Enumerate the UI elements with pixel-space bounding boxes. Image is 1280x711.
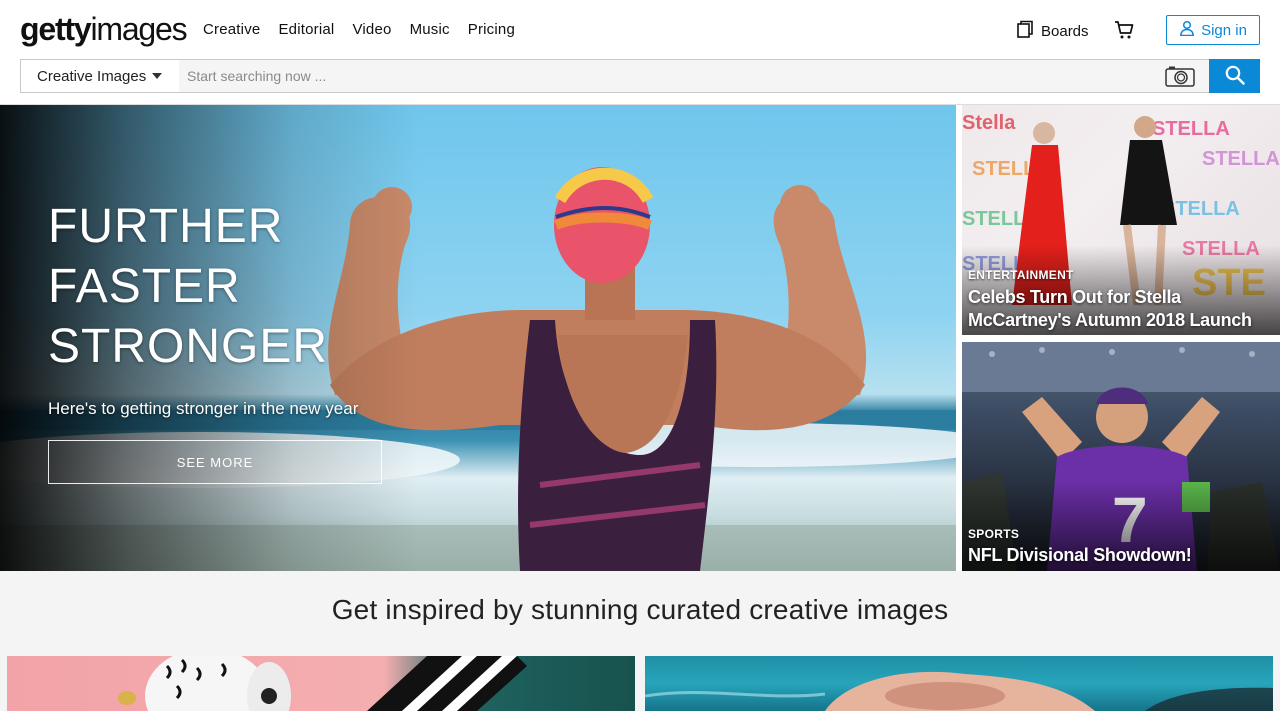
curated-water-portrait-image — [645, 671, 1273, 711]
search-field-container — [179, 59, 1210, 93]
card-category: ENTERTAINMENT — [968, 268, 1074, 282]
nav-link-video[interactable]: Video — [352, 20, 391, 40]
search-button[interactable] — [1209, 59, 1260, 93]
hero-subtitle: Here's to getting stronger in the new ye… — [48, 399, 359, 418]
card-headline[interactable]: NFL Divisional Showdown! — [968, 544, 1274, 567]
svg-text:STELLA: STELLA — [1202, 148, 1280, 170]
curated-heading: Get inspired by stunning curated creativ… — [331, 594, 949, 625]
search-input[interactable] — [179, 60, 1139, 92]
curated-image-tile[interactable] — [645, 656, 1273, 711]
nav-link-creative[interactable]: Creative — [203, 20, 260, 40]
boards-button[interactable]: Boards — [1016, 20, 1089, 42]
hero-title-line: FASTER — [48, 260, 241, 313]
curated-paper-rolls-image — [118, 656, 527, 711]
nav-link-pricing[interactable]: Pricing — [468, 20, 515, 40]
user-icon — [1179, 20, 1195, 40]
card-headline[interactable]: Celebs Turn Out for Stella McCartney's A… — [968, 286, 1274, 332]
svg-text:STELLA: STELLA — [1152, 118, 1230, 140]
editorial-card-entertainment[interactable]: Stella STELLA STELLA STELLA STELLA STELL… — [962, 105, 1280, 335]
top-navigation: gettyimages Creative Editorial Video Mus… — [0, 0, 1280, 58]
nav-link-editorial[interactable]: Editorial — [278, 20, 334, 40]
sign-in-label: Sign in — [1201, 21, 1247, 39]
camera-icon[interactable] — [1165, 65, 1195, 87]
editorial-card-sports[interactable]: 7 SPORTS NFL Divisional Showdown! — [962, 342, 1280, 571]
hero-title-line: STRONGER — [48, 320, 329, 373]
search-category-label: Creative Images — [37, 67, 147, 85]
primary-nav: Creative Editorial Video Music Pricing — [203, 20, 515, 40]
hero-title: FURTHER FASTER STRONGER — [48, 197, 328, 377]
curated-section: Get inspired by stunning curated creativ… — [0, 571, 1280, 711]
caret-down-icon — [152, 73, 163, 79]
search-category-dropdown[interactable]: Creative Images — [20, 59, 180, 93]
card-category: SPORTS — [968, 527, 1020, 541]
sign-in-button[interactable]: Sign in — [1166, 15, 1260, 45]
hero-title-line: FURTHER — [48, 200, 284, 253]
logo-bold-text: getty — [20, 11, 92, 47]
nav-link-music[interactable]: Music — [410, 20, 450, 40]
boards-label: Boards — [1041, 22, 1089, 40]
gettyimages-logo[interactable]: gettyimages — [20, 11, 188, 47]
curated-image-tile[interactable] — [7, 656, 635, 711]
search-bar: Creative Images — [0, 58, 1280, 105]
hero-banner[interactable]: FURTHER FASTER STRONGER Here's to gettin… — [0, 105, 956, 571]
svg-text:Stella: Stella — [962, 112, 1016, 134]
cart-icon[interactable] — [1114, 20, 1134, 40]
logo-light-text: images — [90, 11, 187, 47]
search-icon — [1225, 65, 1245, 88]
boards-icon — [1016, 20, 1034, 42]
see-more-button[interactable]: SEE MORE — [48, 440, 382, 484]
